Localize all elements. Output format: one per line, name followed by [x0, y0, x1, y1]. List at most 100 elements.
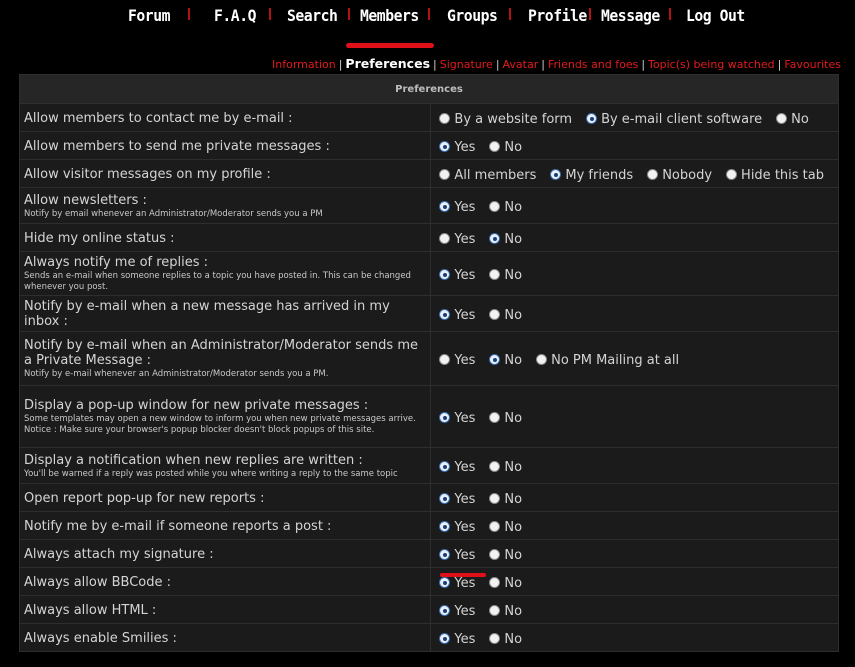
- radio-option-label[interactable]: No: [504, 548, 522, 563]
- radio-button[interactable]: [439, 577, 451, 588]
- nav-separator: [509, 8, 511, 20]
- nav-message[interactable]: Message: [601, 6, 660, 28]
- radio-button[interactable]: [776, 113, 788, 124]
- radio-option-label[interactable]: Yes: [454, 411, 475, 426]
- radio-button[interactable]: [489, 521, 501, 532]
- subnav-avatar[interactable]: Avatar: [503, 58, 539, 71]
- preference-label: Always notify me of replies :: [24, 255, 209, 270]
- radio-option-label[interactable]: No: [504, 492, 522, 507]
- preference-options-cell: Yes No: [430, 187, 839, 224]
- radio-option-label[interactable]: No: [504, 308, 522, 323]
- preference-row: Allow visitor messages on my profile : Al…: [18, 159, 839, 188]
- radio-option-label[interactable]: No: [504, 460, 522, 475]
- radio-option-label[interactable]: Hide this tab: [741, 168, 824, 183]
- radio-button[interactable]: [489, 201, 501, 212]
- preference-row: Notify by e-mail when an Administrator/M…: [18, 331, 839, 386]
- preference-row: Notify by e-mail when a new message has …: [18, 295, 839, 332]
- preference-label-cell: Always enable Smilies :: [18, 623, 432, 652]
- radio-button[interactable]: [489, 633, 501, 644]
- radio-option-label[interactable]: No: [504, 200, 522, 215]
- radio-button[interactable]: [439, 113, 451, 124]
- radio-button[interactable]: [439, 521, 451, 532]
- radio-button[interactable]: [550, 169, 562, 180]
- radio-option-label[interactable]: Yes: [454, 520, 475, 535]
- top-navigation: Forum F.A.Q Search Members Groups Profil…: [0, 0, 855, 36]
- subnav-separator: |: [541, 58, 545, 71]
- radio-option-label[interactable]: Yes: [454, 268, 475, 283]
- radio-option-label[interactable]: Yes: [454, 140, 475, 155]
- radio-button[interactable]: [489, 412, 501, 423]
- radio-option-label[interactable]: No: [504, 268, 522, 283]
- radio-button[interactable]: [439, 461, 451, 472]
- radio-button[interactable]: [489, 577, 501, 588]
- subnav-separator: |: [433, 58, 437, 71]
- radio-button[interactable]: [439, 605, 451, 616]
- nav-logout[interactable]: Log Out: [686, 6, 745, 28]
- radio-button[interactable]: [489, 549, 501, 560]
- radio-option-label[interactable]: No: [504, 353, 522, 368]
- radio-option-label[interactable]: By a website form: [454, 112, 572, 127]
- radio-button[interactable]: [489, 493, 501, 504]
- radio-button[interactable]: [726, 169, 738, 180]
- radio-option-label[interactable]: Yes: [454, 576, 475, 591]
- radio-option-label[interactable]: No: [504, 632, 522, 647]
- radio-option-label[interactable]: By e-mail client software: [601, 112, 762, 127]
- radio-option-label[interactable]: Yes: [454, 460, 475, 475]
- radio-option-label[interactable]: Yes: [454, 353, 475, 368]
- radio-button[interactable]: [439, 201, 451, 212]
- radio-button[interactable]: [586, 113, 598, 124]
- preference-row: Always notify me of replies : Sends an e-…: [18, 251, 839, 296]
- radio-option-label[interactable]: No PM Mailing at all: [551, 353, 679, 368]
- radio-button[interactable]: [439, 269, 451, 280]
- subnav-signature[interactable]: Signature: [440, 58, 493, 71]
- radio-option-label[interactable]: Yes: [454, 492, 475, 507]
- nav-profile[interactable]: Profile: [528, 6, 587, 28]
- nav-search[interactable]: Search: [287, 6, 338, 28]
- radio-button[interactable]: [439, 141, 451, 152]
- subnav-preferences[interactable]: Preferences: [345, 56, 430, 71]
- subnav-friends-foes[interactable]: Friends and foes: [548, 58, 638, 71]
- radio-button[interactable]: [536, 354, 548, 365]
- radio-button[interactable]: [489, 141, 501, 152]
- radio-button[interactable]: [439, 493, 451, 504]
- radio-button[interactable]: [439, 412, 451, 423]
- radio-button[interactable]: [439, 549, 451, 560]
- nav-faq[interactable]: F.A.Q: [214, 6, 256, 28]
- radio-option-label[interactable]: Yes: [454, 548, 475, 563]
- radio-button[interactable]: [489, 309, 501, 320]
- radio-button[interactable]: [489, 461, 501, 472]
- radio-button[interactable]: [439, 354, 451, 365]
- radio-option-label[interactable]: No: [504, 520, 522, 535]
- radio-option-label[interactable]: No: [504, 576, 522, 591]
- nav-forum[interactable]: Forum: [128, 6, 170, 28]
- radio-option-label[interactable]: My friends: [565, 168, 633, 183]
- radio-button[interactable]: [489, 233, 501, 244]
- nav-groups[interactable]: Groups: [447, 6, 498, 28]
- radio-option-label[interactable]: No: [504, 140, 522, 155]
- radio-button[interactable]: [489, 605, 501, 616]
- radio-option-label[interactable]: Yes: [454, 604, 475, 619]
- radio-option-label[interactable]: All members: [454, 168, 536, 183]
- preference-label-cell: Allow members to contact me by e-mail :: [18, 103, 432, 132]
- subnav-favourites[interactable]: Favourites: [784, 58, 841, 71]
- radio-option-label[interactable]: Nobody: [662, 168, 712, 183]
- subnav-topics-watched[interactable]: Topic(s) being watched: [648, 58, 775, 71]
- nav-members[interactable]: Members: [360, 6, 419, 28]
- radio-option-label[interactable]: No: [504, 604, 522, 619]
- radio-button[interactable]: [439, 633, 451, 644]
- radio-button[interactable]: [439, 169, 451, 180]
- radio-option-label[interactable]: Yes: [454, 308, 475, 323]
- subnav-information[interactable]: Information: [272, 58, 336, 71]
- radio-option-label[interactable]: Yes: [454, 232, 475, 247]
- radio-option-label[interactable]: No: [791, 112, 809, 127]
- radio-button[interactable]: [439, 309, 451, 320]
- radio-button[interactable]: [647, 169, 659, 180]
- radio-button[interactable]: [439, 233, 451, 244]
- radio-option-label[interactable]: Yes: [454, 632, 475, 647]
- preference-row: Allow newsletters : Notify by email whene…: [18, 187, 839, 224]
- radio-option-label[interactable]: No: [504, 232, 522, 247]
- radio-button[interactable]: [489, 354, 501, 365]
- radio-option-label[interactable]: Yes: [454, 200, 475, 215]
- radio-button[interactable]: [489, 269, 501, 280]
- radio-option-label[interactable]: No: [504, 411, 522, 426]
